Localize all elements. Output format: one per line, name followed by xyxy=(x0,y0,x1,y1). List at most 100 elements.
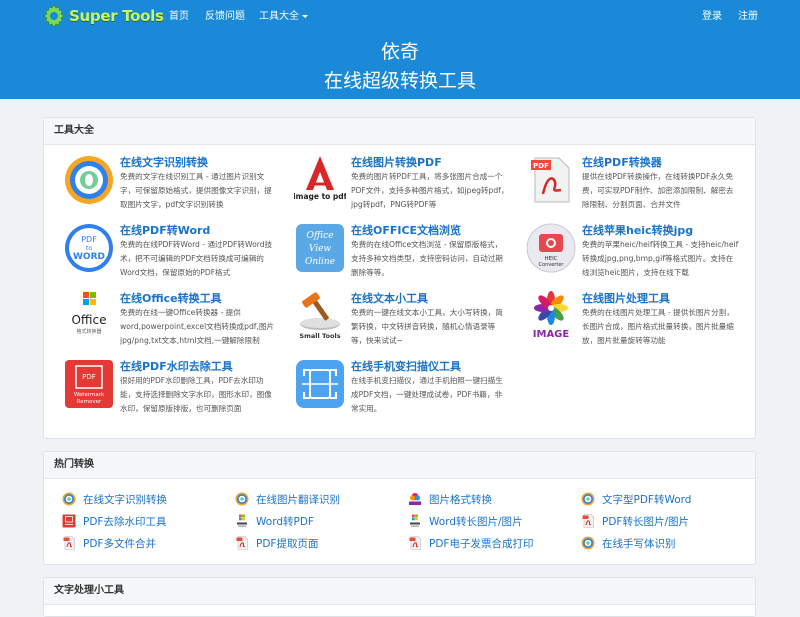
tool-title[interactable]: 在线OFFICE文档浏览 xyxy=(351,222,461,238)
hot-link[interactable]: Word转PDF xyxy=(235,513,314,529)
tool-title[interactable]: 在线文本小工具 xyxy=(351,290,428,306)
text-tools-panel-heading: 文字处理小工具 xyxy=(44,578,755,605)
hot-link[interactable]: PDF多文件合并 xyxy=(62,535,156,551)
tool-desc: 提供在线PDF转换操作，在线转换PDF永久免费，可实现PDF制作、加密添加限制、… xyxy=(582,172,734,209)
tool-desc: 免费的在线一键Office转换器 - 提供word,powerpoint,exc… xyxy=(120,308,275,345)
pdf-to-word-icon: PDF to WORD xyxy=(65,224,113,272)
hot-link-label: 在线图片翻译识别 xyxy=(256,493,340,506)
ocr-icon xyxy=(581,536,595,550)
pdf-icon xyxy=(62,536,76,550)
ocr-icon xyxy=(62,492,76,506)
hammer-small-tools-icon: Small Tools xyxy=(299,292,341,340)
brand-name: Super Tools xyxy=(69,7,164,25)
tool-title[interactable]: 在线Office转换工具 xyxy=(120,290,222,306)
tools-panel-heading: 工具大全 xyxy=(44,118,755,145)
tool-title[interactable]: 在线文字识别转换 xyxy=(120,154,208,170)
hot-link[interactable]: 在线图片翻译识别 xyxy=(235,491,340,507)
tool-card-pdf-converter[interactable]: PDF 在线PDF转换器 提供在线PDF转换操作，在线转换PDF永久免费，可实现… xyxy=(525,154,745,220)
hot-link-label: PDF提取页面 xyxy=(256,537,319,550)
nav-home-link[interactable]: 首页 xyxy=(169,0,189,33)
pdf-to-word-icon-word: WORD xyxy=(73,252,105,262)
tool-desc: 在线手机变扫描仪，通过手机拍照一键扫描生成PDF文档，一键处理成试卷，PDF书籍… xyxy=(351,376,503,413)
hot-link-label: 文字型PDF转Word xyxy=(602,493,692,506)
tool-card-office-view[interactable]: Office View Online 在线OFFICE文档浏览 免费的在线Off… xyxy=(294,222,514,288)
tool-card-text-tools[interactable]: Small Tools 在线文本小工具 免费的一键在线文本小工具，大小写转换，简… xyxy=(294,290,514,356)
tool-title[interactable]: 在线PDF水印去除工具 xyxy=(120,358,233,374)
tool-card-pdf-to-word[interactable]: PDF to WORD 在线PDF转Word 免费的在线PDF转Word - 通… xyxy=(63,222,283,288)
image-flower-icon: IMAGE xyxy=(533,291,570,340)
ocr-icon xyxy=(581,492,595,506)
office-icon-text: Office xyxy=(71,313,106,327)
hero-banner: 依奇 在线超级转换工具 xyxy=(0,33,800,99)
hot-link-label: 在线文字识别转换 xyxy=(83,493,167,506)
hot-link-label: Word转PDF xyxy=(256,515,314,528)
office-icon-subtext: 格式转换器 xyxy=(76,328,101,335)
nav-login-link[interactable]: 登录 xyxy=(702,0,722,33)
watermark-icon-line1: PDF xyxy=(82,373,96,381)
tool-title[interactable]: 在线手机变扫描仪工具 xyxy=(351,358,461,374)
tool-desc: 免费的在线PDF转Word - 通过PDF转Word技术，把不可编辑的PDF文档… xyxy=(120,240,273,277)
hot-link[interactable]: 在线手写体识别 xyxy=(581,535,676,551)
tool-desc: 免费的一键在线文本小工具，大小写转换，简繁转换，中文转拼音转换，随机心情语录等等… xyxy=(351,308,503,345)
hot-link[interactable]: 图片格式转换 xyxy=(408,491,492,507)
pdf-to-word-icon-to: to xyxy=(86,245,92,252)
hot-link[interactable]: 文字型PDF转Word xyxy=(581,491,691,507)
office-view-icon-line2: View xyxy=(309,244,332,254)
office-view-online-icon: Office View Online xyxy=(296,224,344,272)
tool-card-image-tools[interactable]: IMAGE 在线图片处理工具 免费的在线图片处理工具 - 提供长图片分割，长图片… xyxy=(525,290,745,356)
tool-title[interactable]: 在线图片转换PDF xyxy=(351,154,442,170)
tool-card-heic[interactable]: HEIC Converter 在线苹果heic转换jpg 免费的苹果heic/h… xyxy=(525,222,745,288)
hot-link-label: Word转长图片/图片 xyxy=(429,515,523,528)
tool-title[interactable]: 在线苹果heic转换jpg xyxy=(582,222,693,238)
image-icon-text: IMAGE xyxy=(533,329,570,340)
tool-card-image-to-pdf[interactable]: image to pdf 在线图片转换PDF 免费的图片转PDF工具，将多张图片… xyxy=(294,154,514,220)
heic-icon-line2: Converter xyxy=(539,262,565,268)
tool-title[interactable]: 在线图片处理工具 xyxy=(582,290,670,306)
hero-subtitle: 在线超级转换工具 xyxy=(323,70,476,92)
tool-card-phone-scanner[interactable]: 在线手机变扫描仪工具 在线手机变扫描仪，通过手机拍照一键扫描生成PDF文档，一键… xyxy=(294,358,514,424)
hot-link[interactable]: PDF转长图片/图片 xyxy=(581,513,689,529)
hot-link-label: 在线手写体识别 xyxy=(602,537,676,550)
tools-panel: 工具大全 在线文字识别转换 免费的文字在线识别工具 - 通过图片识别文字，可保留… xyxy=(43,117,756,439)
tool-title[interactable]: 在线PDF转换器 xyxy=(582,154,662,170)
hot-link-label: PDF多文件合并 xyxy=(83,537,156,550)
office-icon xyxy=(408,514,422,528)
pdf-icon xyxy=(581,514,595,528)
pdf-file-icon: PDF xyxy=(531,157,570,203)
hot-panel-heading: 热门转换 xyxy=(44,452,755,479)
hero-title: 依奇 xyxy=(380,41,419,63)
office-icon xyxy=(235,514,249,528)
top-navbar: Super Tools 首页 反馈问题 工具大全 登录 注册 xyxy=(0,0,800,33)
hot-link-label: 图片格式转换 xyxy=(429,493,492,506)
hot-link-label: PDF转长图片/图片 xyxy=(602,515,689,528)
ocr-icon xyxy=(235,492,249,506)
nav-feedback-link[interactable]: 反馈问题 xyxy=(205,0,245,33)
office-converter-icon: Office 格式转换器 xyxy=(71,292,107,335)
tool-card-ocr[interactable]: 在线文字识别转换 免费的文字在线识别工具 - 通过图片识别文字，可保留原始格式，… xyxy=(63,154,283,220)
tool-card-office-converter[interactable]: Office 格式转换器 在线Office转换工具 免费的在线一键Office转… xyxy=(63,290,283,356)
nav-register-link[interactable]: 注册 xyxy=(738,0,758,33)
nav-tools-dropdown[interactable]: 工具大全 xyxy=(259,0,308,33)
tool-desc: 免费的在线图片处理工具 - 提供长图片分割，长图片合成，图片格式批量转换，图片批… xyxy=(582,308,734,345)
tool-desc: 很好用的PDF水印删除工具，PDF去水印功能，支持选择删除文字水印，图形水印，图… xyxy=(120,376,272,413)
pdf-icon xyxy=(408,536,422,550)
watermark-icon xyxy=(62,514,76,528)
office-view-icon-line1: Office xyxy=(307,231,334,241)
watermark-icon-line3: Remover xyxy=(77,399,102,405)
hot-link[interactable]: PDF电子发票合成打印 xyxy=(408,535,533,551)
pdf-icon-text: PDF xyxy=(533,162,549,170)
tool-title[interactable]: 在线PDF转Word xyxy=(120,222,210,238)
office-view-icon-line3: Online xyxy=(305,257,335,267)
hot-link[interactable]: PDF提取页面 xyxy=(235,535,318,551)
hot-link[interactable]: Word转长图片/图片 xyxy=(408,513,523,529)
brand-logo[interactable]: Super Tools xyxy=(42,4,164,28)
image-to-pdf-icon: image to pdf xyxy=(294,156,346,201)
tool-desc: 免费的文字在线识别工具 - 通过图片识别文字，可保留原始格式，提供图像文字识别，… xyxy=(120,172,272,209)
tool-desc: 免费的在线Office文档浏览 - 保留原版格式，支持多种文档类型，支持密码访问… xyxy=(351,240,503,277)
gear-logo-icon xyxy=(43,4,65,28)
hot-link[interactable]: PDF去除水印工具 xyxy=(62,513,166,529)
ocr-icon xyxy=(65,156,113,204)
tool-card-pdf-watermark[interactable]: PDF Watermark Remover 在线PDF水印去除工具 很好用的PD… xyxy=(63,358,283,424)
pdf-to-word-icon-pdf: PDF xyxy=(81,235,97,244)
hot-link[interactable]: 在线文字识别转换 xyxy=(62,491,167,507)
